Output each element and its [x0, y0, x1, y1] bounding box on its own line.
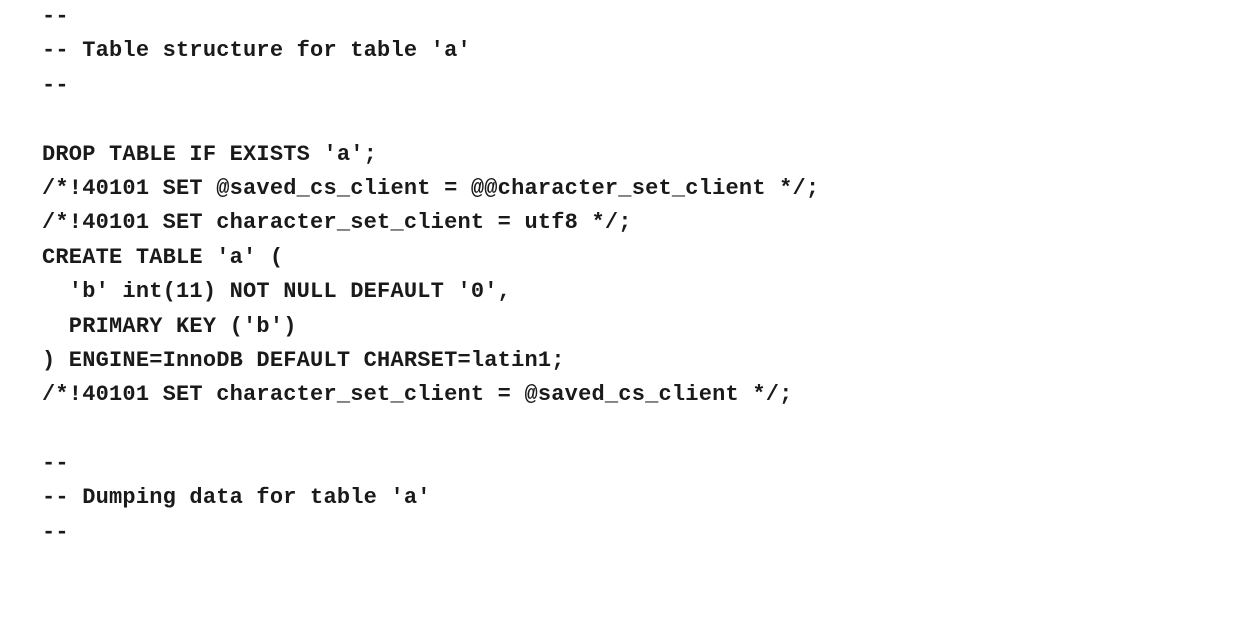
code-line-comment-marker: -- — [42, 4, 69, 29]
code-line-engine: ) ENGINE=InnoDB DEFAULT CHARSET=latin1; — [42, 347, 565, 373]
document-page: -- -- Table structure for table 'a' -- D… — [0, 0, 1242, 638]
code-line-primary-key: PRIMARY KEY ('b') — [42, 313, 297, 339]
code-line-set-saved-client: /*!40101 SET @saved_cs_client = @@charac… — [42, 175, 820, 201]
code-line-comment-marker: -- — [42, 519, 69, 545]
sql-dump-code: -- -- Table structure for table 'a' -- D… — [42, 0, 819, 550]
code-line-restore-charset: /*!40101 SET character_set_client = @sav… — [42, 382, 793, 408]
code-line-set-charset: /*!40101 SET character_set_client = utf8… — [42, 210, 632, 236]
code-line-comment: -- Table structure for table 'a' — [42, 38, 471, 64]
code-line-comment: -- Dumping data for table 'a' — [42, 485, 431, 511]
code-line-drop-table: DROP TABLE IF EXISTS 'a'; — [42, 141, 378, 167]
code-line-create-table: CREATE TABLE 'a' ( — [42, 244, 284, 270]
code-line-comment-marker: -- — [42, 451, 69, 477]
code-line-column-def: 'b' int(11) NOT NULL DEFAULT '0', — [42, 279, 512, 305]
code-line-comment-marker: -- — [42, 72, 69, 98]
